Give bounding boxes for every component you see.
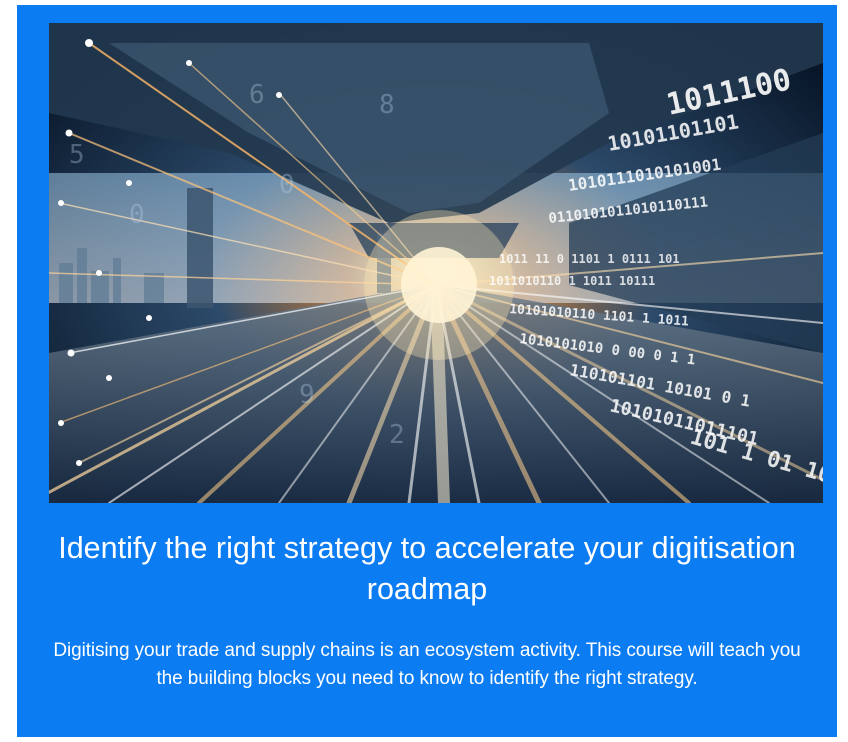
course-hero-image[interactable]: 1011100 10101101101 1010111010101001 011… [49,23,823,503]
svg-text:9: 9 [299,380,315,410]
course-title[interactable]: Identify the right strategy to accelerat… [37,528,817,610]
svg-text:0: 0 [279,170,295,200]
svg-text:1011 11 0 1101 1 0111 101: 1011 11 0 1101 1 0111 101 [499,252,680,266]
svg-text:2: 2 [389,420,405,450]
svg-text:0: 0 [129,200,145,230]
svg-text:1011010110 1 1011 10111: 1011010110 1 1011 10111 [489,274,655,288]
course-description: Digitising your trade and supply chains … [53,640,801,689]
svg-text:5: 5 [69,140,85,170]
svg-text:6: 6 [249,80,265,110]
course-card[interactable]: 1011100 10101101101 1010111010101001 011… [17,5,837,737]
svg-text:8: 8 [379,90,395,120]
